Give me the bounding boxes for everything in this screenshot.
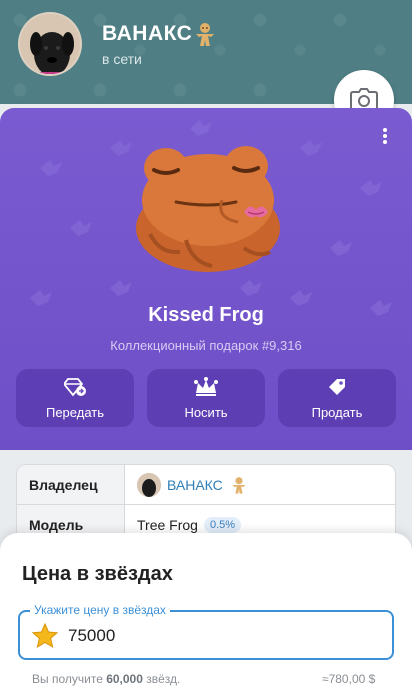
owner-key: Владелец — [17, 465, 125, 504]
receive-hint-prefix: Вы получите — [32, 672, 107, 686]
gift-title: Kissed Frog — [148, 304, 264, 326]
receive-hint-suffix: звёзд. — [142, 672, 181, 686]
transfer-button[interactable]: Передать — [16, 369, 134, 427]
gem-send-icon — [64, 377, 86, 396]
price-input[interactable] — [68, 622, 368, 650]
owner-name-link[interactable]: ВАНАКС — [167, 477, 223, 493]
profile-avatar[interactable] — [18, 12, 82, 76]
wear-label: Носить — [184, 404, 228, 420]
wear-button[interactable]: Носить — [147, 369, 265, 427]
price-field-label: Укажите цену в звёздах — [30, 603, 170, 617]
sheet-title: Цена в звёздах — [22, 563, 173, 585]
transfer-label: Передать — [45, 404, 104, 420]
model-value: Tree Frog — [137, 517, 198, 533]
owner-avatar[interactable] — [137, 472, 161, 497]
crown-icon — [194, 376, 218, 396]
star-icon — [32, 623, 58, 649]
gift-card: Kissed Frog Коллекционный подарок #9,316… — [0, 108, 412, 450]
rarity-badge: 0.5% — [203, 517, 242, 533]
gingerbread-badge-icon[interactable] — [191, 20, 219, 48]
sell-button[interactable]: Продать — [278, 369, 396, 427]
price-field[interactable]: Укажите цену в звёздах — [18, 603, 394, 660]
price-tag-icon — [329, 378, 345, 395]
receive-amount: 60,000 — [106, 672, 143, 686]
price-sheet: Цена в звёздах Укажите цену в звёздах Вы… — [0, 533, 412, 700]
table-row-owner: Владелец ВАНАКС — [17, 465, 395, 505]
kissed-frog-gift-image — [136, 146, 280, 272]
gift-subtitle: Коллекционный подарок #9,316 — [110, 338, 302, 353]
profile-name: ВАНАКС — [102, 22, 193, 45]
gingerbread-badge-icon — [232, 476, 246, 494]
sell-label: Продать — [311, 404, 363, 420]
usd-estimate: ≈780,00 $ — [322, 672, 376, 686]
receive-hint: Вы получите 60,000 звёзд. — [32, 672, 180, 686]
more-options-button[interactable] — [378, 126, 392, 148]
online-status: в сети — [102, 51, 142, 67]
